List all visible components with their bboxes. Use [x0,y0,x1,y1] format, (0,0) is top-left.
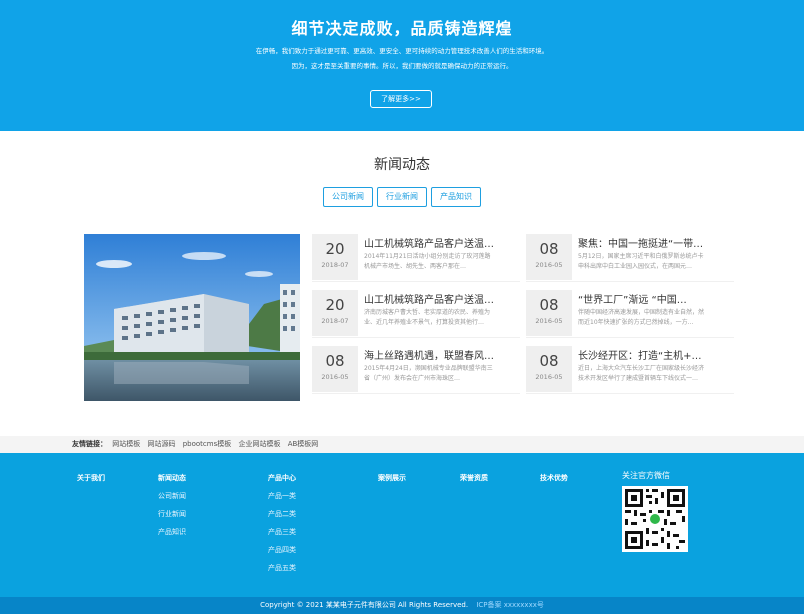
building-image [84,234,300,401]
date-box: 08 2016-05 [526,290,572,336]
friend-links-label: 友情链接： [72,440,107,448]
news-section-title: 新闻动态 [374,157,430,173]
friend-link[interactable]: 网站模板 [112,440,140,448]
friend-links-bar: 友情链接： 网站模板 网站源码 pbootcms模板 企业网站模板 AB模板网 [0,436,804,453]
footer-link[interactable]: 产品一类 [268,491,296,501]
news-item[interactable]: 08 2016-05 长沙经开区：打造“主机+… 近日，上海大众汽车长沙工厂在国… [526,346,734,394]
footer-col-cases: 案例展示 [378,473,406,491]
wechat-qr-code [622,486,688,552]
news-item[interactable]: 08 2016-05 聚焦：中国一拖挺进“一带… 5月12日，国家主席习近平和白… [526,234,734,282]
hero-banner: 细节决定成败，品质铸造辉煌 在伊畅，我们致力于通过更可靠、更高效、更安全、更可持… [0,0,804,131]
footer-col-tech: 技术优势 [540,473,568,491]
date-box: 08 2016-05 [312,346,358,392]
qr-title: 关注官方微信 [622,471,670,480]
news-item-title[interactable]: “世界工厂”渐远 “中国… [578,291,734,306]
news-tabs: 公司新闻 行业新闻 产品知识 [0,187,804,207]
date-box: 08 2016-05 [526,234,572,280]
footer-link[interactable]: 产品四类 [268,545,296,555]
friend-link[interactable]: AB模板网 [288,440,319,448]
tab-company-news[interactable]: 公司新闻 [323,187,373,207]
news-item[interactable]: 20 2018-07 山工机械筑路产品客户送温… 济南历城客户曹大哲、老实厚道的… [312,290,520,338]
friend-link[interactable]: pbootcms模板 [183,440,232,448]
footer-heading[interactable]: 关于我们 [77,473,105,483]
friend-link[interactable]: 网站源码 [147,440,175,448]
news-item-title[interactable]: 长沙经开区：打造“主机+… [578,347,734,362]
date-year-month: 2016-05 [535,373,563,381]
news-item-summary: 2014年11月21日活动小组分别走访了玫河莲路机械产市场生、胡先生、两客户那在… [364,253,491,270]
footer-heading[interactable]: 新闻动态 [158,473,186,483]
tab-product-knowledge[interactable]: 产品知识 [431,187,481,207]
footer-heading[interactable]: 产品中心 [268,473,296,483]
news-item-title[interactable]: 海上丝路遇机遇，联盟春风… [364,347,520,362]
news-item[interactable]: 08 2016-05 “世界工厂”渐远 “中国… 伴随中国经济高速发展，中国制造… [526,290,734,338]
date-day: 20 [325,240,345,258]
news-item[interactable]: 08 2016-05 海上丝路遇机遇，联盟春风… 2015年4月24日，濒国机械… [312,346,520,394]
news-item-title[interactable]: 山工机械筑路产品客户送温… [364,291,520,306]
footer-link[interactable]: 产品三类 [268,527,296,537]
qr-code-icon [622,486,688,552]
news-item-title[interactable]: 山工机械筑路产品客户送温… [364,235,520,250]
footer-link[interactable]: 产品二类 [268,509,296,519]
footer-col-honors: 荣誉资质 [460,473,488,491]
friend-links: 友情链接： 网站模板 网站源码 pbootcms模板 企业网站模板 AB模板网 [72,436,323,453]
friend-link[interactable]: 企业网站模板 [238,440,280,448]
footer-link[interactable]: 行业新闻 [158,509,186,519]
date-box: 08 2016-05 [526,346,572,392]
footer-link[interactable]: 产品知识 [158,527,186,537]
copyright-bar: Copyright © 2021 某某电子元件有限公司 All Rights R… [0,597,804,614]
date-day: 08 [539,240,559,258]
footer-heading[interactable]: 案例展示 [378,473,406,483]
tab-industry-news[interactable]: 行业新闻 [377,187,427,207]
news-item-title[interactable]: 聚焦：中国一拖挺进“一带… [578,235,734,250]
news-item-summary: 伴随中国经济高速发展，中国制造有业自然，然而近10年快速扩张的方式已然掉线，一方… [578,309,705,326]
news-building-photo[interactable] [84,234,300,401]
hero-desc-line: 在伊畅，我们致力于通过更可靠、更高效、更安全、更可持续的动力管理技术改善人们的生… [255,47,549,55]
hero-description: 在伊畅，我们致力于通过更可靠、更高效、更安全、更可持续的动力管理技术改善人们的生… [0,44,804,74]
date-day: 20 [325,296,345,314]
date-box: 20 2018-07 [312,234,358,280]
date-day: 08 [325,352,345,370]
footer: 关于我们 新闻动态 公司新闻 行业新闻 产品知识 产品中心 产品一类 产品二类 … [0,453,804,597]
icp-link[interactable]: ICP备案 xxxxxxxx号 [476,601,544,609]
footer-col-about: 关于我们 [77,473,105,491]
learn-more-button[interactable]: 了解更多>> [370,90,432,108]
date-box: 20 2018-07 [312,290,358,336]
news-item-summary: 济南历城客户曹大哲、老实厚道的农民、养殖为业、近几年养殖业不景气，打算投资其他行… [364,309,491,326]
hero-title: 细节决定成败，品质铸造辉煌 [291,19,513,38]
hero-desc-line: 因为，这才是至关重要的事情。所以，我们要做的就是确保动力的正常运行。 [291,62,513,70]
date-year-month: 2018-07 [321,317,349,325]
footer-heading[interactable]: 荣誉资质 [460,473,488,483]
copyright-text: Copyright © 2021 某某电子元件有限公司 All Rights R… [260,601,469,609]
footer-col-news: 新闻动态 公司新闻 行业新闻 产品知识 [158,473,186,545]
news-item-summary: 近日，上海大众汽车长沙工厂在国家级长沙经济技术开发区举行了建成暨首辆车下线仪式一… [578,365,705,382]
date-day: 08 [539,352,559,370]
news-item-summary: 5月12日，国家主席习近平和白俄罗斯总统卢卡申科出席中白工业园入园仪式，在两国元… [578,253,704,270]
date-year-month: 2016-05 [535,317,563,325]
date-year-month: 2016-05 [321,373,349,381]
date-year-month: 2018-07 [321,261,349,269]
date-day: 08 [539,296,559,314]
footer-heading[interactable]: 技术优势 [540,473,568,483]
footer-col-products: 产品中心 产品一类 产品二类 产品三类 产品四类 产品五类 [268,473,296,581]
footer-link[interactable]: 公司新闻 [158,491,186,501]
date-year-month: 2016-05 [535,261,563,269]
news-item[interactable]: 20 2018-07 山工机械筑路产品客户送温… 2014年11月21日活动小组… [312,234,520,282]
footer-link[interactable]: 产品五类 [268,563,296,573]
news-item-summary: 2015年4月24日，濒国机械专业品牌联盟华南三省（广州）发布会在广州市海珠区… [364,365,493,382]
